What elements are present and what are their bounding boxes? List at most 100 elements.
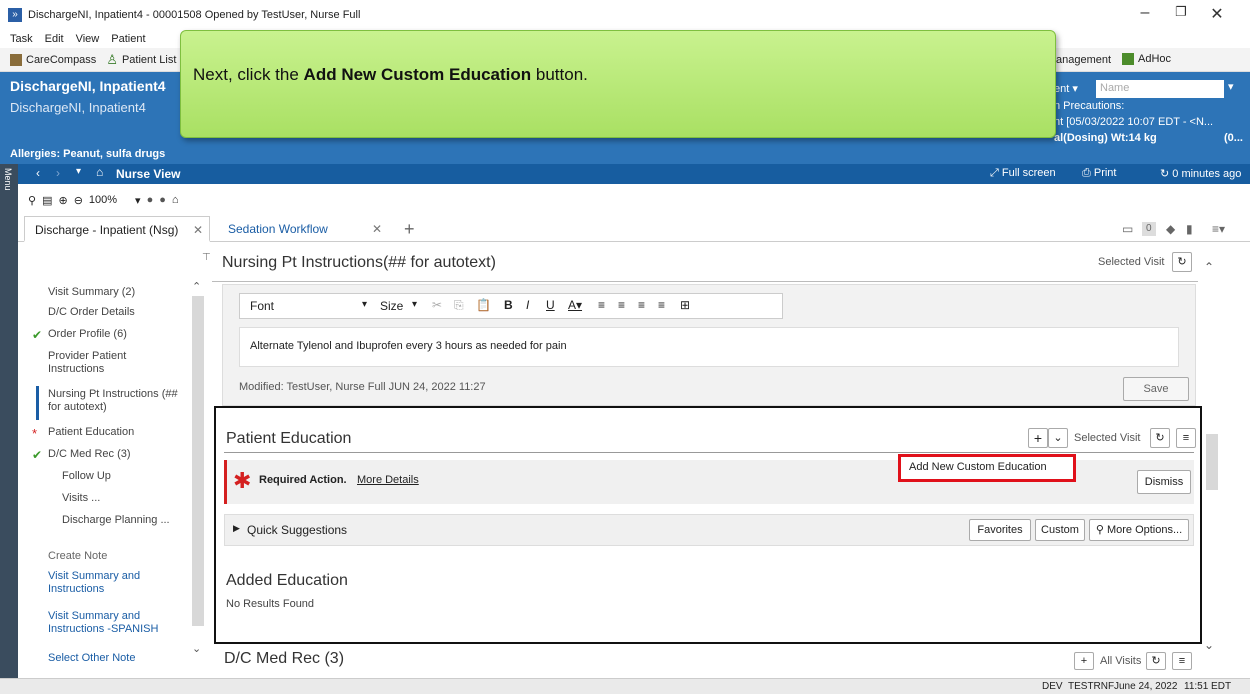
document-icon[interactable]: ▤	[42, 194, 52, 207]
align-center-icon[interactable]: ≡	[618, 298, 625, 312]
allergies-label: Allergies: Peanut, sulfa drugs	[10, 148, 166, 160]
patient-list-button[interactable]: ♙ Patient List	[106, 52, 176, 68]
add-education-button[interactable]: +	[1028, 428, 1048, 448]
chevron-down-icon[interactable]: ▾	[76, 166, 81, 177]
note-visit-summary[interactable]: Visit Summary and Instructions	[48, 570, 158, 596]
admit-info: nt [05/03/2022 10:07 EDT - <N...	[1054, 116, 1214, 128]
tab-discharge[interactable]: Discharge - Inpatient (Nsg) ✕	[24, 216, 210, 242]
maximize-button[interactable]: ❐	[1166, 4, 1196, 26]
scroll-up-icon[interactable]: ⌃	[1204, 260, 1214, 274]
education-menu-button[interactable]: ≡	[1176, 428, 1196, 448]
copy-icon[interactable]: ⎘	[454, 298, 464, 313]
scroll-down-icon[interactable]: ⌄	[1204, 638, 1214, 652]
education-refresh-button[interactable]: ↻	[1150, 428, 1170, 448]
medrec-heading: D/C Med Rec (3)	[224, 650, 345, 667]
zoom-in-icon[interactable]: ⊕	[58, 194, 67, 207]
bold-icon[interactable]: B	[504, 298, 513, 312]
dosing-extra: (0...	[1224, 132, 1243, 144]
note-visit-summary-spanish[interactable]: Visit Summary and Instructions -SPANISH	[48, 610, 168, 636]
sidebar-scrollbar[interactable]	[192, 296, 204, 626]
font-color-icon[interactable]: A▾	[568, 298, 582, 312]
search-input[interactable]: Name	[1096, 80, 1224, 98]
menu-icon[interactable]: ≡▾	[1212, 216, 1225, 242]
refresh-button[interactable]: ↻ 0 minutes ago	[1160, 167, 1241, 180]
patient-name[interactable]: DischargeNI, Inpatient4	[10, 78, 166, 94]
save-button[interactable]: Save	[1123, 377, 1189, 401]
sidebar-item-patient-education[interactable]: Patient Education	[48, 426, 208, 439]
sidebar-item-dc-med-rec[interactable]: D/C Med Rec (3)	[48, 448, 208, 461]
menu-view[interactable]: View	[76, 33, 100, 45]
add-new-custom-education-button[interactable]: Add New Custom Education	[898, 454, 1076, 482]
italic-icon[interactable]: I	[526, 298, 529, 312]
medrec-menu-button[interactable]: ≡	[1172, 652, 1192, 670]
tab-sedation[interactable]: Sedation Workflow ✕	[228, 216, 388, 242]
circle-icon[interactable]: ●	[147, 194, 154, 206]
add-tab-button[interactable]: +	[404, 216, 415, 242]
sidebar-item-nursing-instructions[interactable]: Nursing Pt Instructions (## for autotext…	[48, 388, 178, 414]
dismiss-button[interactable]: Dismiss	[1137, 470, 1191, 494]
full-screen-button[interactable]: ⤢ Full screen	[990, 167, 1056, 180]
title-bar: » DischargeNI, Inpatient4 - 00001508 Ope…	[0, 0, 1250, 30]
medrec-refresh-button[interactable]: ↻	[1146, 652, 1166, 670]
more-options-button[interactable]: ⚲ More Options...	[1089, 519, 1189, 541]
search-dropdown-icon[interactable]: ▾	[1228, 80, 1246, 98]
add-dropdown-button[interactable]: ⌄	[1048, 428, 1068, 448]
cut-icon[interactable]: ✂	[432, 298, 442, 312]
font-select[interactable]: Font	[250, 299, 274, 313]
circle-icon-2[interactable]: ●	[159, 194, 166, 206]
nursing-refresh-button[interactable]: ↻	[1172, 252, 1192, 272]
sidebar-item-dc-order-details[interactable]: D/C Order Details	[48, 306, 208, 319]
paste-icon[interactable]: 📋	[476, 298, 491, 312]
close-icon[interactable]: ✕	[193, 217, 203, 243]
size-select[interactable]: Size	[380, 299, 403, 313]
size-dropdown-icon[interactable]: ▾	[412, 299, 417, 310]
justify-icon[interactable]: ≡	[658, 298, 665, 312]
font-dropdown-icon[interactable]: ▾	[362, 299, 367, 310]
zoom-level[interactable]: 100%	[89, 194, 117, 206]
instructions-textarea[interactable]: Alternate Tylenol and Ibuprofen every 3 …	[239, 327, 1179, 367]
more-details-link[interactable]: More Details	[357, 474, 419, 486]
forward-icon[interactable]: ›	[56, 166, 60, 180]
close-icon[interactable]: ✕	[372, 216, 382, 242]
adhoc-button[interactable]: AdHoc	[1122, 53, 1171, 65]
sidebar-item-order-profile[interactable]: Order Profile (6)	[48, 328, 208, 341]
zoom-out-icon[interactable]: ⊖	[74, 194, 83, 207]
close-button[interactable]: ✕	[1202, 4, 1232, 26]
tag-icon[interactable]: ◆	[1166, 216, 1175, 242]
menu-patient[interactable]: Patient	[111, 33, 145, 45]
underline-icon[interactable]: U	[546, 298, 555, 312]
quick-suggestions-bar[interactable]: ▶ Quick Suggestions Favorites Custom ⚲ M…	[224, 514, 1194, 546]
binoculars-icon[interactable]: ⚲	[28, 194, 36, 207]
sidebar-item-provider-instructions[interactable]: Provider Patient Instructions	[48, 350, 166, 376]
minimize-button[interactable]: –	[1130, 4, 1160, 26]
add-custom-label: Add New Custom Education	[909, 461, 1047, 473]
home-small-icon[interactable]: ⌂	[172, 194, 179, 206]
carecompass-button[interactable]: CareCompass	[10, 53, 96, 66]
management-button[interactable]: anagement	[1056, 54, 1111, 66]
menu-task[interactable]: Task	[10, 33, 33, 45]
custom-button[interactable]: Custom	[1035, 519, 1085, 541]
pin-icon[interactable]: ⊤	[202, 252, 211, 263]
count-badge: 0	[1142, 222, 1156, 236]
zoom-dropdown-icon[interactable]: ▾	[135, 194, 141, 207]
search-scope-dropdown[interactable]: ent ▾	[1054, 82, 1078, 95]
sidebar-item-visit-summary[interactable]: Visit Summary (2)	[48, 286, 208, 299]
scroll-up-icon[interactable]: ⌃	[192, 280, 201, 293]
bookmark-icon[interactable]: ▮	[1186, 216, 1193, 242]
menu-strip[interactable]: Menu	[0, 164, 18, 684]
home-icon[interactable]: ⌂	[96, 165, 103, 179]
tab-sedation-label: Sedation Workflow	[228, 222, 328, 236]
align-right-icon[interactable]: ≡	[638, 298, 645, 312]
content-scrollbar[interactable]	[1206, 434, 1218, 490]
back-icon[interactable]: ‹	[36, 166, 40, 180]
medrec-add-button[interactable]: +	[1074, 652, 1094, 670]
favorites-button[interactable]: Favorites	[969, 519, 1031, 541]
align-left-icon[interactable]: ≡	[598, 298, 605, 312]
expand-icon[interactable]: ▶	[233, 523, 240, 534]
scroll-down-icon[interactable]: ⌄	[192, 642, 201, 655]
print-button[interactable]: ⎙ Print	[1082, 167, 1116, 180]
autotext-icon[interactable]: ⊞	[680, 298, 690, 312]
note-select-other[interactable]: Select Other Note	[48, 652, 208, 665]
inbox-icon[interactable]: ▭	[1122, 216, 1133, 242]
menu-edit[interactable]: Edit	[45, 33, 64, 45]
